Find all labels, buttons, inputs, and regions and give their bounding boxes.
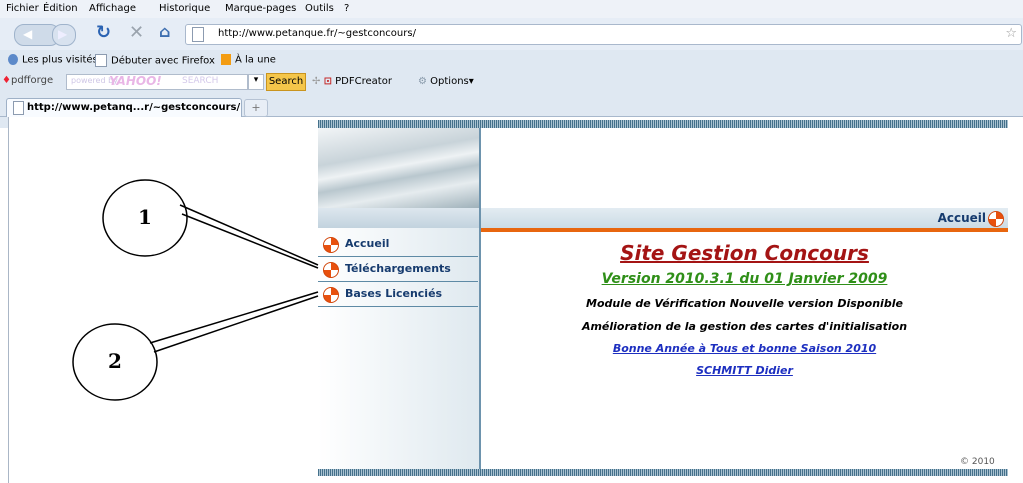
url-bar[interactable]: http://www.petanque.fr/~gestconcours/ ☆ bbox=[185, 24, 1022, 45]
menu-bar: Fichier Édition Affichage Historique Mar… bbox=[0, 0, 1023, 18]
bookmark-debuter-firefox[interactable]: Débuter avec Firefox bbox=[95, 54, 215, 67]
tab-label: http://www.petanq...r/~gestconcours/ bbox=[27, 102, 241, 113]
reload-icon[interactable]: ↻ bbox=[96, 22, 111, 43]
yahoo-logo: YAHOO! bbox=[109, 74, 162, 88]
pdfcreator-label: PDFCreator bbox=[335, 76, 392, 87]
greeting-link[interactable]: Bonne Année à Tous et bonne Saison 2010 bbox=[481, 342, 1008, 355]
section-header: Accueil bbox=[481, 208, 1008, 228]
page-icon bbox=[192, 27, 204, 42]
bottom-decorative-stripe bbox=[318, 469, 1008, 476]
nav-label: Téléchargements bbox=[345, 262, 451, 275]
module-notice: Module de Vérification Nouvelle version … bbox=[586, 297, 903, 310]
chevron-down-icon: ▾ bbox=[253, 75, 259, 85]
menu-help[interactable]: ? bbox=[344, 3, 349, 14]
search-dropdown[interactable]: ▾ bbox=[248, 74, 264, 90]
nav-label: Accueil bbox=[345, 237, 390, 250]
yahoo-search-input[interactable]: powered by YAHOO! SEARCH bbox=[66, 74, 248, 90]
chevron-down-icon: ▾ bbox=[468, 76, 474, 87]
menu-edition[interactable]: Édition bbox=[43, 3, 78, 14]
home-icon[interactable]: ⌂ bbox=[159, 22, 170, 41]
left-header-band bbox=[318, 208, 479, 228]
search-button[interactable]: Search bbox=[266, 73, 306, 91]
bookmarks-toolbar: Les plus visités Débuter avec Firefox À … bbox=[0, 52, 1023, 69]
improvement-notice: Amélioration de la gestion des cartes d'… bbox=[581, 320, 908, 333]
bookmark-plus-visites[interactable]: Les plus visités bbox=[8, 54, 98, 66]
separator-icon: ✢ bbox=[312, 76, 321, 87]
pdfforge-logo[interactable]: ♦pdfforge bbox=[2, 75, 53, 86]
accent-bar bbox=[481, 228, 1008, 232]
options-label: Options bbox=[430, 76, 469, 87]
gear-icon: ⚙ bbox=[418, 76, 427, 87]
pdfforge-icon: ♦ bbox=[2, 75, 11, 86]
menu-outils[interactable]: Outils bbox=[305, 3, 334, 14]
page-icon bbox=[95, 54, 107, 67]
pdf-icon: ⊡ bbox=[323, 76, 332, 87]
stop-icon[interactable]: ✕ bbox=[129, 22, 144, 43]
menu-fichier[interactable]: Fichier bbox=[6, 3, 39, 14]
menu-affichage[interactable]: Affichage bbox=[89, 3, 136, 14]
bookmark-label: À la une bbox=[235, 54, 276, 66]
petanque-ball-icon bbox=[988, 211, 1004, 227]
bookmark-star-icon[interactable]: ☆ bbox=[1005, 26, 1017, 41]
bookmark-label: Débuter avec Firefox bbox=[111, 55, 215, 67]
addon-toolbar: ♦pdfforge powered by YAHOO! SEARCH ▾ Sea… bbox=[0, 72, 1023, 92]
callout-label-1: 1 bbox=[138, 205, 152, 229]
pdfcreator-button[interactable]: ✢ ⊡ PDFCreator bbox=[312, 76, 392, 87]
tab-active[interactable]: http://www.petanq...r/~gestconcours/ bbox=[6, 98, 242, 117]
top-decorative-stripe bbox=[318, 120, 1008, 128]
version-text: Version 2010.3.1 du 01 Janvier 2009 bbox=[601, 271, 888, 287]
callout-label-2: 2 bbox=[108, 349, 122, 373]
menu-marque-pages[interactable]: Marque-pages bbox=[225, 3, 296, 14]
rss-feed-icon bbox=[221, 54, 231, 65]
nav-item-bases-licencies[interactable]: Bases Licenciés bbox=[318, 282, 478, 307]
options-button[interactable]: ⚙ Options▾ bbox=[418, 76, 474, 87]
pdfforge-label: pdfforge bbox=[10, 75, 54, 86]
menu-historique[interactable]: Historique bbox=[159, 3, 210, 14]
nav-label: Bases Licenciés bbox=[345, 287, 443, 300]
nav-item-accueil[interactable]: Accueil bbox=[318, 232, 478, 257]
page-icon bbox=[13, 101, 24, 115]
forward-arrow-icon: ▶ bbox=[58, 27, 68, 41]
site-title: Site Gestion Concours bbox=[620, 241, 869, 265]
section-title: Accueil bbox=[937, 211, 986, 225]
copyright-text: © 2010 bbox=[960, 457, 995, 467]
author-link[interactable]: SCHMITT Didier bbox=[481, 364, 1008, 377]
new-tab-button[interactable]: + bbox=[244, 99, 268, 117]
forward-button[interactable]: ▶ bbox=[52, 24, 76, 46]
bookmark-label: Les plus visités bbox=[22, 54, 98, 66]
petanque-ball-icon bbox=[323, 287, 339, 303]
header-image bbox=[318, 128, 479, 208]
nav-item-telechargements[interactable]: Téléchargements bbox=[318, 257, 478, 282]
petanque-ball-icon bbox=[323, 262, 339, 278]
bookmark-a-la-une[interactable]: À la une bbox=[221, 54, 276, 66]
most-visited-icon bbox=[8, 54, 18, 65]
url-text: http://www.petanque.fr/~gestconcours/ bbox=[218, 28, 416, 39]
petanque-ball-icon bbox=[323, 237, 339, 253]
search-placeholder-right: SEARCH bbox=[182, 76, 219, 86]
back-arrow-icon: ◀ bbox=[23, 27, 33, 41]
